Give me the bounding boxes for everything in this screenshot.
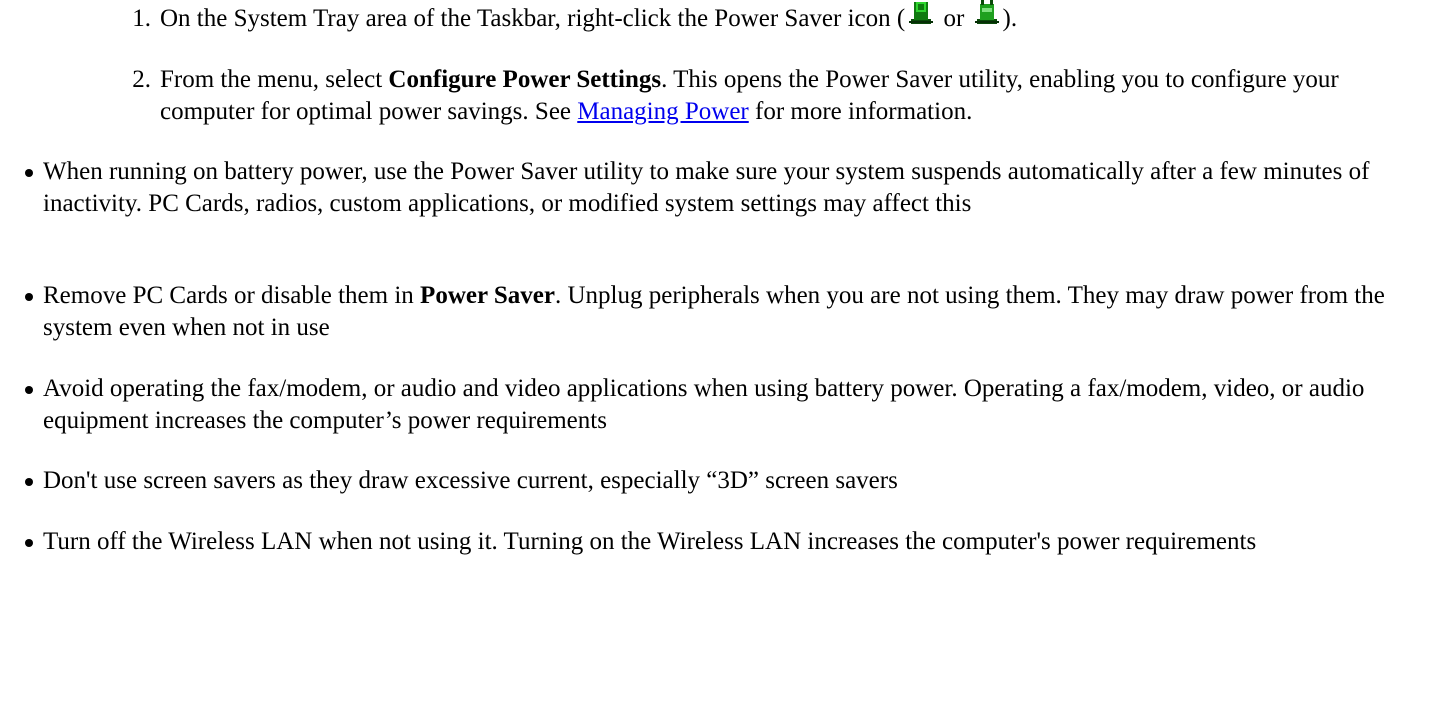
list-item: Don't use screen savers as they draw exc… xyxy=(22,465,1442,497)
step-text: On the System Tray area of the Taskbar, … xyxy=(160,0,1350,35)
menu-item-name: Configure Power Settings xyxy=(388,66,662,93)
list-item-text: When running on battery power, use the P… xyxy=(43,158,1370,217)
list-item: Turn off the Wireless LAN when not using… xyxy=(22,526,1442,590)
help-document: 1. On the System Tray area of the Taskba… xyxy=(0,0,1454,706)
step-1: 1. On the System Tray area of the Taskba… xyxy=(68,0,1428,43)
list-item-text-before: Remove PC Cards or disable them in xyxy=(43,282,421,309)
managing-power-link[interactable]: Managing Power xyxy=(577,98,749,125)
bullet-icon xyxy=(25,386,33,394)
step-2: 2. From the menu, select Configure Power… xyxy=(68,64,1428,144)
list-item-text: Don't use screen savers as they draw exc… xyxy=(43,467,898,494)
list-item: Avoid operating the fax/modem, or audio … xyxy=(22,373,1442,437)
power-saver-term: Power Saver xyxy=(420,282,555,309)
step-2-text-end: for more information. xyxy=(748,98,973,125)
power-saver-ac-icon xyxy=(907,2,935,27)
list-item-text: Avoid operating the fax/modem, or audio … xyxy=(43,375,1365,434)
bullet-icon xyxy=(25,539,33,547)
step-1-text: On the System Tray area of the Taskbar, … xyxy=(160,5,897,32)
list-item: Remove PC Cards or disable them in Power… xyxy=(22,280,1442,344)
list-item: When running on battery power, use the P… xyxy=(22,156,1442,252)
bullet-icon xyxy=(25,478,33,486)
list-item-text: Turn off the Wireless LAN when not using… xyxy=(43,528,1257,555)
bullet-icon xyxy=(25,293,33,301)
step-number: 1. xyxy=(132,5,151,32)
step-text: From the menu, select Configure Power Se… xyxy=(160,64,1350,128)
bullet-icon xyxy=(25,169,33,177)
power-saver-battery-icon xyxy=(973,0,1001,27)
or-text: or xyxy=(937,5,971,32)
paren-open: ( xyxy=(896,5,906,32)
list-item-text: Remove PC Cards or disable them in Power… xyxy=(43,280,1443,344)
icon-group: ( or ). xyxy=(896,0,1018,32)
step-2-text-before: From the menu, select xyxy=(160,66,389,93)
paren-close: ). xyxy=(1002,5,1018,32)
step-number: 2. xyxy=(132,66,151,93)
